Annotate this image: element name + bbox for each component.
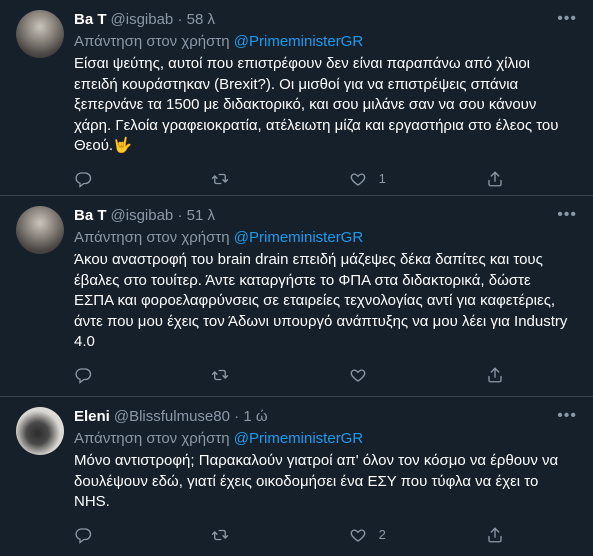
tweet-body: Είσαι ψεύτης, αυτοί που επιστρέφουν δεν … — [74, 55, 559, 154]
separator-dot: · — [229, 408, 244, 425]
tweet-text: Είσαι ψεύτης, αυτοί που επιστρέφουν δεν … — [74, 54, 574, 157]
display-name[interactable]: Ba T — [74, 206, 107, 226]
separator-dot: · — [173, 11, 187, 28]
display-name[interactable]: Ba T — [74, 10, 107, 30]
retweet-icon — [212, 529, 229, 540]
replying-to: Απάντηση στον χρήστη @PrimeministerGR — [74, 228, 577, 248]
share-button[interactable] — [486, 170, 504, 188]
share-button[interactable] — [486, 366, 504, 384]
reply-button[interactable] — [74, 170, 114, 188]
reply-button[interactable] — [74, 526, 114, 544]
like-icon — [350, 368, 366, 382]
tweet[interactable]: Ba T @isgibab · 51 λ ••• Απάντηση στον χ… — [0, 196, 593, 397]
timestamp[interactable]: 1 ώ — [243, 407, 267, 427]
replying-to: Απάντηση στον χρήστη @PrimeministerGR — [74, 429, 577, 449]
like-icon — [350, 172, 366, 186]
tweet-actions — [74, 365, 504, 385]
share-icon — [488, 367, 502, 382]
more-icon[interactable]: ••• — [557, 10, 577, 28]
emoji-rock-hand: 🤟 — [113, 137, 132, 154]
replying-prefix: Απάντηση στον χρήστη — [74, 430, 230, 447]
retweet-button[interactable] — [211, 526, 251, 544]
avatar[interactable] — [16, 10, 64, 58]
like-count: 2 — [378, 527, 386, 542]
share-button[interactable] — [486, 526, 504, 544]
reply-button[interactable] — [74, 366, 114, 384]
user-handle[interactable]: @isgibab — [111, 10, 174, 30]
replying-prefix: Απάντηση στον χρήστη — [74, 229, 230, 246]
retweet-icon — [212, 369, 229, 380]
share-icon — [488, 527, 502, 542]
reply-icon — [75, 527, 92, 544]
more-icon[interactable]: ••• — [557, 206, 577, 224]
mention-link[interactable]: @PrimeministerGR — [234, 229, 363, 246]
tweet-actions: 2 — [74, 525, 504, 545]
like-button[interactable] — [349, 366, 389, 384]
retweet-icon — [212, 173, 229, 184]
display-name[interactable]: Eleni — [74, 407, 110, 427]
like-button[interactable]: 2 — [349, 526, 389, 544]
tweet-actions: 1 — [74, 169, 504, 189]
tweet-header: Ba T @isgibab · 58 λ — [74, 10, 577, 30]
tweet-text: Μόνο αντιστροφή; Παρακαλούν γιατροί απ' … — [74, 452, 559, 510]
tweet-header: Eleni @Blissfulmuse80 · 1 ώ — [74, 407, 577, 427]
reply-icon — [75, 367, 92, 384]
separator-dot: · — [173, 207, 187, 224]
tweet[interactable]: Ba T @isgibab · 58 λ ••• Απάντηση στον χ… — [0, 0, 593, 196]
timestamp[interactable]: 58 λ — [187, 10, 215, 30]
tweet-header: Ba T @isgibab · 51 λ — [74, 206, 577, 226]
replying-to: Απάντηση στον χρήστη @PrimeministerGR — [74, 32, 577, 52]
mention-link[interactable]: @PrimeministerGR — [234, 33, 363, 50]
mention-link[interactable]: @PrimeministerGR — [234, 430, 363, 447]
like-icon — [350, 528, 366, 542]
retweet-button[interactable] — [211, 170, 251, 188]
user-handle[interactable]: @Blissfulmuse80 — [114, 407, 230, 427]
replying-prefix: Απάντηση στον χρήστη — [74, 33, 230, 50]
timestamp[interactable]: 51 λ — [187, 206, 215, 226]
share-icon — [488, 171, 502, 186]
avatar[interactable] — [16, 206, 64, 254]
like-count: 1 — [378, 171, 386, 186]
tweet-text: Άκου αναστροφή του brain drain επειδή μά… — [74, 251, 568, 350]
user-handle[interactable]: @isgibab — [111, 206, 174, 226]
reply-icon — [75, 171, 92, 188]
more-icon[interactable]: ••• — [557, 407, 577, 425]
like-button[interactable]: 1 — [349, 170, 389, 188]
avatar[interactable] — [16, 407, 64, 455]
tweet[interactable]: Eleni @Blissfulmuse80 · 1 ώ ••• Απάντηση… — [0, 397, 593, 556]
retweet-button[interactable] — [211, 366, 251, 384]
